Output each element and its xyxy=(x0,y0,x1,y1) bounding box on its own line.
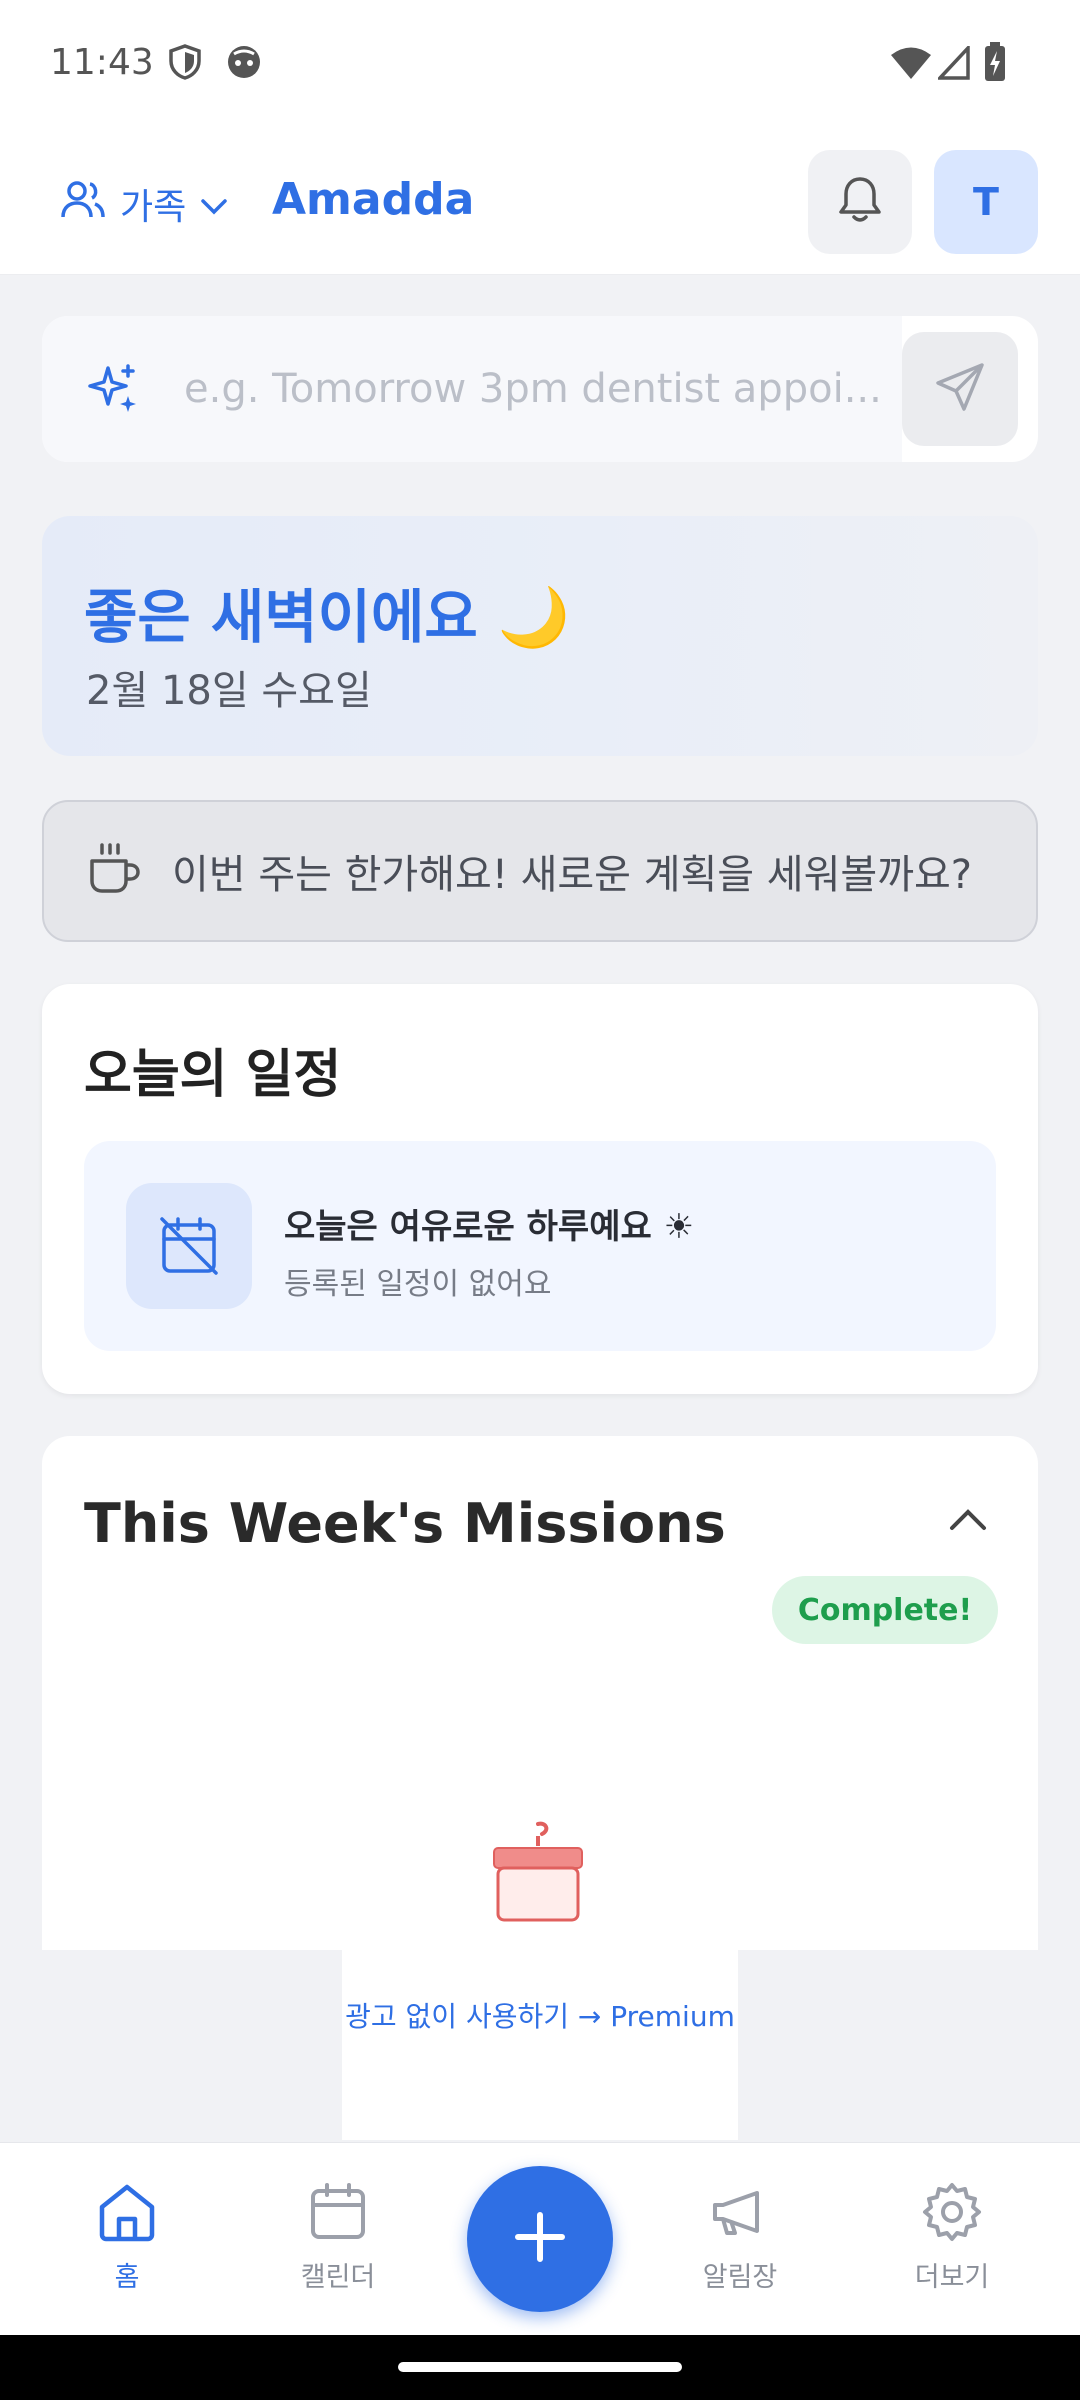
home-gesture-handle[interactable] xyxy=(398,2362,682,2372)
quick-add-bar: e.g. Tomorrow 3pm dentist appoi... xyxy=(42,316,1038,462)
notifications-button[interactable] xyxy=(808,150,912,254)
coffee-cup-icon xyxy=(86,841,142,901)
quick-add-input[interactable]: e.g. Tomorrow 3pm dentist appoi... xyxy=(42,316,902,462)
chevron-down-icon xyxy=(200,184,228,225)
status-bar: 11:43 xyxy=(0,0,1080,130)
today-schedule-card: 오늘의 일정 오늘은 여유로운 하루예요 ☀ 등록된 일정이 없어요 xyxy=(42,984,1038,1394)
megaphone-icon xyxy=(709,2191,771,2247)
calendar-icon xyxy=(307,2183,369,2247)
profile-avatar-button[interactable]: T xyxy=(934,150,1038,254)
gear-icon xyxy=(921,2183,983,2247)
nav-label-notice: 알림장 xyxy=(702,2262,778,2293)
complete-badge: Complete! xyxy=(772,1576,998,1644)
users-icon xyxy=(60,179,106,230)
nav-label-home: 홈 xyxy=(114,2262,140,2293)
app-notification-icon xyxy=(226,44,262,84)
premium-link[interactable]: 광고 없이 사용하기 → Premium xyxy=(0,1995,1080,2035)
calendar-off-icon xyxy=(126,1183,252,1309)
greeting-title: 좋은 새벽이에요 🌙 xyxy=(84,583,571,651)
send-button[interactable] xyxy=(902,332,1018,446)
nav-item-notice[interactable]: 알림장 xyxy=(660,2181,820,2294)
nav-label-calendar: 캘린더 xyxy=(300,2262,376,2293)
tip-text: 이번 주는 한가해요! 새로운 계획을 세워볼까요? xyxy=(172,852,973,898)
signal-icon xyxy=(935,43,970,84)
schedule-title: 오늘의 일정 xyxy=(84,1045,342,1105)
battery-charging-icon xyxy=(984,42,1006,86)
gift-box-icon xyxy=(490,1816,586,1930)
group-selector[interactable]: 가족 xyxy=(60,178,228,230)
add-event-fab[interactable] xyxy=(467,2166,613,2312)
greeting-date: 2월 18일 수요일 xyxy=(86,668,372,714)
nav-item-home[interactable]: 홈 xyxy=(47,2181,207,2294)
nav-item-more[interactable]: 더보기 xyxy=(872,2181,1032,2294)
premium-link-text: 광고 없이 사용하기 → Premium xyxy=(345,2000,735,2033)
home-icon xyxy=(96,2184,158,2247)
nav-item-calendar[interactable]: 캘린더 xyxy=(258,2181,418,2294)
app-header: 가족 Amadda T xyxy=(0,130,1080,275)
avatar-initial: T xyxy=(973,180,999,224)
empty-schedule-title: 오늘은 여유로운 하루예요 ☀ xyxy=(284,1207,695,1247)
plus-icon xyxy=(512,2209,568,2269)
bell-icon xyxy=(837,175,883,229)
chevron-up-icon[interactable] xyxy=(948,1506,988,1536)
free-week-tip-banner[interactable]: 이번 주는 한가해요! 새로운 계획을 세워볼까요? xyxy=(42,800,1038,942)
quick-add-placeholder: e.g. Tomorrow 3pm dentist appoi... xyxy=(184,366,882,412)
status-time: 11:43 xyxy=(50,42,154,83)
greeting-card: 좋은 새벽이에요 🌙 2월 18일 수요일 xyxy=(42,516,1038,756)
nav-label-more: 더보기 xyxy=(914,2262,990,2293)
empty-schedule-state: 오늘은 여유로운 하루예요 ☀ 등록된 일정이 없어요 xyxy=(84,1141,996,1351)
empty-schedule-subtitle: 등록된 일정이 없어요 xyxy=(284,1267,552,1302)
ad-container xyxy=(342,1950,738,2140)
send-icon xyxy=(934,361,986,417)
ai-sparkle-icon xyxy=(86,362,142,422)
group-label: 가족 xyxy=(120,187,187,228)
app-title: Amadda xyxy=(272,174,475,225)
vpn-shield-icon xyxy=(168,44,202,84)
weekly-missions-card: This Week's Missions Complete! xyxy=(42,1436,1038,1950)
wifi-icon xyxy=(890,46,932,84)
missions-title: This Week's Missions xyxy=(84,1492,726,1555)
